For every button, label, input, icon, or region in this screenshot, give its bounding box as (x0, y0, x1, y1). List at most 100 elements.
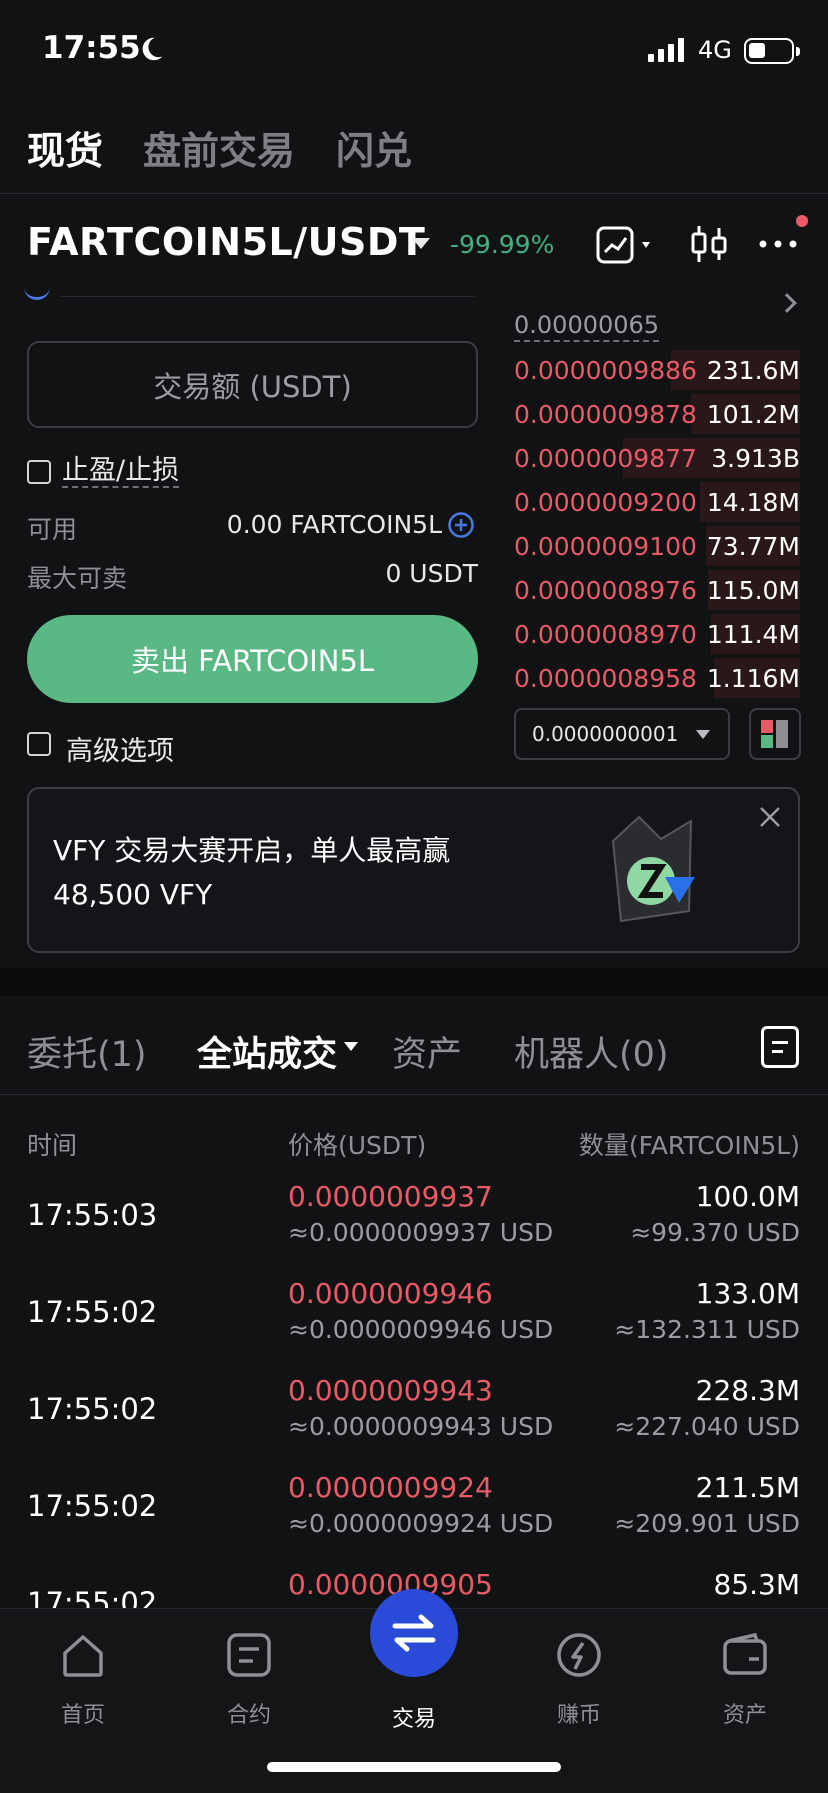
book-layout-button[interactable] (749, 708, 801, 760)
ask-price: 0.0000008970 (514, 620, 697, 649)
ask-qty: 1.116M (706, 664, 800, 693)
pair-symbol[interactable]: FARTCOIN5L/USDT (27, 220, 425, 264)
notification-dot (796, 215, 808, 227)
max-sell-label: 最大可卖 (27, 564, 128, 593)
ask-qty: 231.6M (706, 356, 800, 385)
orderbook-row[interactable]: 0.0000009200 14.18M (514, 482, 800, 522)
trade-price-usd: ≈0.0000009937 USD (288, 1218, 554, 1247)
trade-time: 17:55:02 (27, 1392, 158, 1426)
trade-time: 17:55:02 (27, 1489, 158, 1523)
tab-market-trades[interactable]: 全站成交 (197, 1026, 337, 1077)
max-sell-value: 0 USDT (385, 559, 478, 588)
tp-sl-checkbox[interactable] (27, 460, 51, 484)
ask-qty: 101.2M (706, 400, 800, 429)
moon-icon (142, 37, 163, 61)
nav-label: 资产 (722, 1703, 767, 1728)
orderbook-row[interactable]: 0.0000008970 111.4M (514, 614, 800, 654)
slider-track[interactable] (60, 296, 475, 297)
tab-spot[interactable]: 现货 (27, 120, 103, 175)
tab-premarket[interactable]: 盘前交易 (143, 120, 295, 175)
trade-qty: 85.3M (713, 1568, 800, 1601)
trade-qty-usd: ≈99.370 USD (630, 1218, 800, 1247)
ask-price: 0.0000009878 (514, 400, 697, 429)
nav-contract[interactable]: 合约 (189, 1629, 309, 1729)
sell-button[interactable]: 卖出 FARTCOIN5L (27, 615, 478, 703)
trade-price: 0.0000009943 (288, 1374, 493, 1407)
ask-price: 0.0000009200 (514, 488, 697, 517)
tab-orders[interactable]: 委托(1) (27, 1026, 147, 1077)
nav-trade-button[interactable] (370, 1589, 458, 1677)
ask-qty: 3.913B (711, 444, 800, 473)
chevron-down-icon[interactable] (412, 238, 430, 249)
orderbook-row[interactable]: 0.0000009877 3.913B (514, 438, 800, 478)
advanced-options-label[interactable]: 高级选项 (66, 729, 174, 768)
ask-price: 0.0000009877 (514, 444, 697, 473)
trade-price: 0.0000009924 (288, 1471, 493, 1504)
trade-qty: 228.3M (695, 1374, 800, 1407)
ask-qty: 73.77M (706, 532, 800, 561)
earn-icon (557, 1633, 601, 1677)
chevron-right-icon[interactable] (777, 293, 797, 313)
orderbook-row[interactable]: 0.0000009100 73.77M (514, 526, 800, 566)
nav-home[interactable]: 首页 (23, 1629, 143, 1729)
home-indicator[interactable] (267, 1762, 561, 1772)
chart-icon[interactable] (596, 226, 658, 266)
more-icon[interactable] (758, 236, 800, 252)
order-history-icon[interactable] (761, 1026, 799, 1068)
promo-banner[interactable]: VFY 交易大赛开启，单人最高赢 48,500 VFY (27, 787, 800, 953)
nav-label[interactable]: 交易 (354, 1701, 474, 1733)
orderbook-row[interactable]: 0.0000008976 115.0M (514, 570, 800, 610)
ask-price: 0.0000008958 (514, 664, 697, 693)
trophy-crown-icon (611, 815, 695, 923)
divider (0, 193, 828, 194)
tab-bots[interactable]: 机器人(0) (514, 1026, 669, 1077)
battery-icon (744, 38, 800, 64)
trade-qty: 211.5M (695, 1471, 800, 1504)
trade-price: 0.0000009946 (288, 1277, 493, 1310)
divider (0, 1094, 828, 1095)
precision-value: 0.0000000001 (532, 722, 679, 746)
nav-label: 赚币 (556, 1703, 601, 1728)
orderbook-row[interactable]: 0.0000008958 1.116M (514, 658, 800, 698)
precision-select[interactable]: 0.0000000001 (514, 708, 730, 760)
network-type: 4G (698, 36, 732, 64)
available-label: 可用 (27, 515, 78, 544)
chevron-down-icon (696, 730, 710, 739)
ask-qty: 111.4M (706, 620, 800, 649)
home-icon (63, 1635, 103, 1677)
nav-assets[interactable]: 资产 (685, 1629, 805, 1729)
nav-earn[interactable]: 赚币 (519, 1629, 639, 1729)
trade-price: 0.0000009937 (288, 1180, 493, 1213)
tp-sl-label[interactable]: 止盈/止损 (62, 456, 180, 488)
trade-qty-usd: ≈227.040 USD (614, 1412, 800, 1441)
trade-price-usd: ≈0.0000009946 USD (288, 1315, 554, 1344)
book-layout-icon (761, 720, 788, 748)
tab-assets[interactable]: 资产 (392, 1026, 462, 1077)
chevron-down-icon[interactable] (344, 1042, 358, 1051)
banner-text: VFY 交易大赛开启，单人最高赢 48,500 VFY (53, 834, 451, 911)
col-time: 时间 (27, 1131, 78, 1160)
price-change-badge: -99.99% (450, 230, 555, 259)
wallet-icon (723, 1632, 767, 1675)
nav-label: 合约 (226, 1703, 271, 1728)
trade-price-usd: ≈0.0000009924 USD (288, 1509, 554, 1538)
close-icon[interactable] (758, 805, 782, 829)
tab-convert[interactable]: 闪兑 (336, 120, 412, 175)
ask-price: 0.0000009100 (514, 532, 697, 561)
ask-price: 0.0000009886 (514, 356, 697, 385)
col-price: 价格(USDT) (288, 1131, 427, 1160)
add-circle-icon[interactable] (447, 511, 475, 539)
orderbook-row[interactable]: 0.0000009886 231.6M (514, 350, 800, 390)
swap-icon (392, 1614, 436, 1652)
trade-time: 17:55:03 (27, 1198, 158, 1232)
ask-price: 0.0000008976 (514, 576, 697, 605)
orderbook-row[interactable]: 0.0000009878 101.2M (514, 394, 800, 434)
trade-price-usd: ≈0.0000009943 USD (288, 1412, 554, 1441)
signal-icon (648, 38, 684, 62)
trade-qty: 100.0M (695, 1180, 800, 1213)
advanced-checkbox[interactable] (27, 732, 51, 756)
section-gap (0, 968, 828, 996)
ask-qty: 115.0M (706, 576, 800, 605)
candlestick-icon[interactable] (690, 224, 728, 264)
amount-input[interactable]: 交易额 (USDT) (27, 341, 478, 428)
